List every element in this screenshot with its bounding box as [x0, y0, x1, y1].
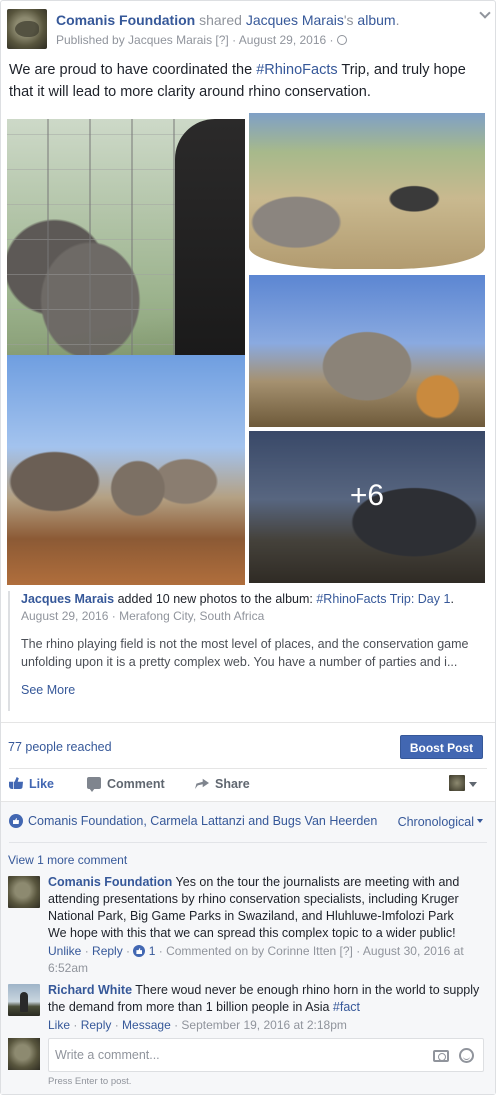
photo-rhinos-waterhole[interactable]: [7, 355, 245, 585]
thumbs-up-icon: [9, 777, 23, 789]
boost-post-button[interactable]: Boost Post: [400, 735, 483, 759]
publisher-link[interactable]: Jacques Marais: [128, 33, 212, 47]
shared-verb: shared: [195, 12, 246, 28]
comment-bubble-icon: [87, 777, 101, 792]
comment-label: Comment: [107, 777, 165, 791]
comment-body: Comanis Foundation Yes on the tour the j…: [48, 874, 488, 977]
photo-rhino-visitors[interactable]: [249, 113, 485, 269]
comment-button[interactable]: Comment: [87, 777, 165, 792]
comment-hashtag-link[interactable]: #fact: [333, 1000, 360, 1014]
caret-down-icon[interactable]: [469, 782, 477, 787]
commenter-name[interactable]: Corinne Itten: [267, 944, 336, 958]
like-count[interactable]: 1: [149, 944, 156, 958]
album-author-link[interactable]: Jacques Marais: [21, 592, 114, 606]
hashtag-link[interactable]: #RhinoFacts: [256, 62, 337, 78]
message-link[interactable]: Message: [122, 1018, 171, 1032]
commenter-avatar[interactable]: [8, 876, 40, 908]
album-date[interactable]: August 29, 2016: [21, 609, 108, 623]
album-link[interactable]: album: [357, 12, 395, 28]
like-link[interactable]: Like: [48, 1018, 70, 1032]
album-meta: August 29, 2016 · Merafong City, South A…: [21, 609, 488, 623]
headline-period: .: [395, 12, 400, 28]
photo-rhino-ball[interactable]: [249, 275, 485, 427]
unlike-link[interactable]: Unlike: [48, 944, 81, 958]
comment-item: Richard White There woud never be enough…: [8, 982, 488, 1038]
meta-dot: ·: [228, 33, 239, 47]
post-card: Comanis Foundation shared Jacques Marais…: [0, 0, 496, 1095]
comment-order-dropdown[interactable]: Chronological: [398, 815, 483, 829]
post-text: We are proud to have coordinated the #Rh…: [9, 59, 489, 103]
people-reached-link[interactable]: 77 people reached: [8, 740, 112, 754]
comment-body: Richard White There woud never be enough…: [48, 982, 488, 1034]
view-more-comments-link[interactable]: View 1 more comment: [8, 853, 127, 867]
post-text-before: We are proud to have coordinated the: [9, 62, 257, 78]
comment-order-label: Chronological: [397, 815, 474, 829]
action-bar: Like Comment Share: [1, 773, 495, 799]
comment-help-mark[interactable]: [?]: [336, 944, 353, 958]
my-avatar: [8, 1038, 40, 1070]
reply-link[interactable]: Reply: [92, 944, 123, 958]
album-description: The rhino playing field is not the most …: [21, 637, 469, 669]
camera-icon[interactable]: [433, 1050, 449, 1062]
like-count-icon: [133, 945, 146, 957]
press-enter-hint: Press Enter to post.: [48, 1076, 132, 1087]
like-label: Like: [29, 777, 55, 791]
divider: [9, 842, 487, 843]
published-prefix: Published by: [56, 33, 129, 47]
divider: [1, 722, 495, 723]
page-name-link[interactable]: Comanis Foundation: [56, 12, 195, 28]
share-label: Share: [215, 777, 250, 791]
emoji-icon[interactable]: [459, 1048, 474, 1063]
post-header: Comanis Foundation shared Jacques Marais…: [7, 9, 491, 51]
globe-icon[interactable]: [336, 35, 347, 45]
comment-input[interactable]: Write a comment...: [48, 1038, 484, 1072]
meta-dot-2: ·: [326, 33, 337, 47]
write-comment-row: Write a comment...: [8, 1038, 488, 1074]
album-location[interactable]: Merafong City, South Africa: [119, 609, 264, 623]
divider: [9, 768, 487, 769]
album-sep: ·: [108, 609, 120, 623]
album-owner-link[interactable]: Jacques Marais: [246, 12, 344, 28]
share-arrow-icon: [195, 778, 209, 789]
like-badge-icon: [9, 814, 23, 828]
chevron-down-icon[interactable]: [479, 9, 491, 19]
likers-text[interactable]: Comanis Foundation, Carmela Lattanzi and…: [28, 814, 377, 828]
help-mark[interactable]: [?]: [212, 33, 228, 47]
page-avatar[interactable]: [7, 9, 47, 49]
comment-meta: Unlike · Reply · 1 · Commented on by Cor…: [48, 944, 464, 975]
share-button[interactable]: Share: [195, 777, 250, 791]
album-action: added 10 new photos to the album:: [114, 592, 317, 606]
comment-date[interactable]: September 19, 2016 at 2:18pm: [181, 1018, 346, 1032]
photo-grid: +6: [7, 109, 485, 585]
album-suffix: 's: [343, 12, 358, 28]
album-name-link[interactable]: #RhinoFacts Trip: Day 1: [316, 592, 450, 606]
caret-down-icon: [477, 819, 483, 823]
comment-text-2: We hope with this that we can spread thi…: [48, 926, 456, 940]
commenter-avatar[interactable]: [8, 984, 40, 1016]
reply-link[interactable]: Reply: [81, 1018, 112, 1032]
comment-meta: Like · Reply · Message · September 19, 2…: [48, 1018, 347, 1032]
comment-placeholder: Write a comment...: [55, 1048, 160, 1062]
album-title-line: Jacques Marais added 10 new photos to th…: [21, 591, 488, 607]
like-button[interactable]: Like: [9, 777, 54, 791]
likes-summary[interactable]: Comanis Foundation, Carmela Lattanzi and…: [9, 814, 377, 828]
comment-author-link[interactable]: Comanis Foundation: [48, 875, 172, 889]
post-meta: Published by Jacques Marais [?] · August…: [56, 33, 347, 47]
photo-more[interactable]: +6: [249, 431, 485, 583]
comments-section: Comanis Foundation, Carmela Lattanzi and…: [1, 801, 495, 1094]
album-period: .: [450, 592, 454, 606]
album-card: Jacques Marais added 10 new photos to th…: [8, 591, 488, 711]
post-date-link[interactable]: August 29, 2016: [239, 33, 326, 47]
commented-on-by: Commented on by: [166, 944, 268, 958]
comment-author-link[interactable]: Richard White: [48, 983, 132, 997]
see-more-link[interactable]: See More: [21, 683, 75, 697]
post-headline: Comanis Foundation shared Jacques Marais…: [56, 12, 399, 28]
comment-item: Comanis Foundation Yes on the tour the j…: [8, 874, 488, 977]
actor-avatar-selector[interactable]: [449, 775, 465, 791]
more-photos-count: +6: [349, 479, 385, 512]
